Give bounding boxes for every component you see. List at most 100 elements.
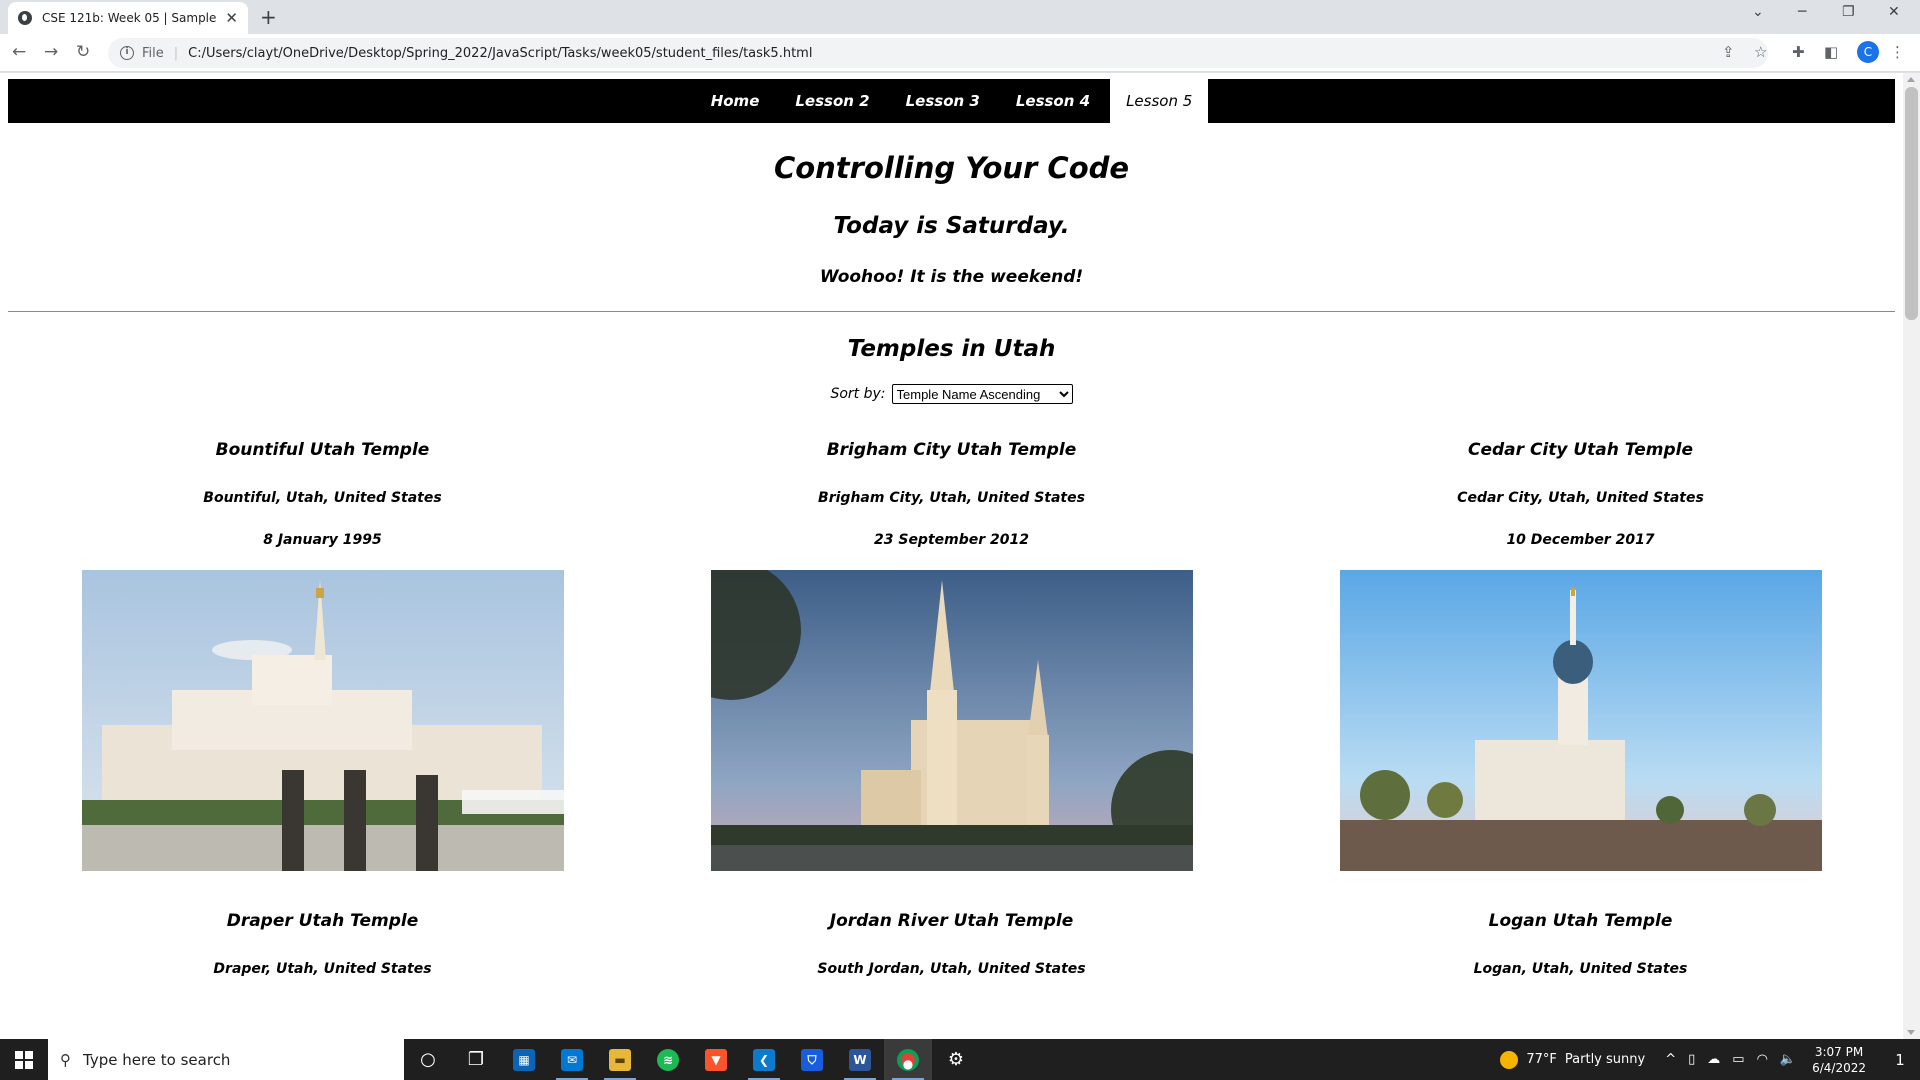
sort-select[interactable]: Temple Name Ascending [891,384,1073,404]
bitwarden-icon[interactable]: ⛉ [788,1039,836,1080]
page-content: Home Lesson 2 Lesson 3 Lesson 4 Lesson 5… [8,79,1895,1017]
wifi-icon[interactable]: ◠ [1757,1052,1768,1067]
nav-link-home[interactable]: Home [695,79,776,123]
site-info-icon[interactable]: i [120,46,134,60]
file-explorer-icon[interactable]: ▬ [596,1039,644,1080]
weather-condition: Partly sunny [1564,1052,1646,1067]
taskbar: ⚲ Type here to search ○ ❐ ▦ ✉ ▬ ≋ ▼ ❮ ⛉ … [0,1039,1920,1080]
reload-icon[interactable]: ↻ [76,42,90,62]
temple-name: Jordan River Utah Temple [829,911,1074,931]
page-viewport: Home Lesson 2 Lesson 3 Lesson 4 Lesson 5… [0,73,1920,1039]
temple-name: Brigham City Utah Temple [826,440,1077,460]
system-tray: 77°F Partly sunny ^ ▯ ☁ ▭ ◠ 🔈 3:07 PM 6/… [1500,1039,1920,1080]
temple-name: Cedar City Utah Temple [1468,440,1693,460]
section-divider [8,311,1895,312]
temple-image [1339,570,1822,871]
temple-name: Logan Utah Temple [1488,911,1673,931]
temple-image [710,570,1193,871]
taskbar-clock[interactable]: 3:07 PM 6/4/2022 [1812,1044,1866,1076]
sort-row: Sort by: Temple Name Ascending [8,384,1895,404]
search-placeholder: Type here to search [83,1050,231,1069]
temple-dedicated: 10 December 2017 [1506,532,1655,548]
window-close-icon[interactable]: ✕ [1888,4,1900,20]
battery-icon[interactable]: ▭ [1732,1052,1744,1067]
chrome-icon[interactable]: ● [884,1039,932,1080]
temple-location: Brigham City, Utah, United States [818,490,1085,506]
temple-card: Bountiful Utah Temple Bountiful, Utah, U… [8,440,637,911]
scroll-up-icon[interactable] [1907,77,1915,82]
clock-time: 3:07 PM [1814,1044,1864,1059]
temple-name: Bountiful Utah Temple [215,440,430,460]
temple-name: Draper Utah Temple [226,911,419,931]
page-scrollbar[interactable] [1903,73,1920,1039]
windows-logo-icon [15,1050,33,1069]
temple-dedicated: 8 January 1995 [263,532,382,548]
scrollbar-thumb[interactable] [1905,87,1918,320]
temple-image [81,570,564,871]
start-button[interactable] [0,1039,48,1080]
mail-icon[interactable]: ✉ [548,1039,596,1080]
side-panel-icon[interactable]: ◧ [1824,43,1838,61]
temple-card: Brigham City Utah Temple Brigham City, U… [637,440,1266,911]
temple-card: Cedar City Utah Temple Cedar City, Utah,… [1266,440,1895,911]
sort-label: Sort by: [830,386,886,402]
browser-tabstrip: CSE 121b: Week 05 | Sample Solu ✕ + ⌄ ─ … [0,0,1920,34]
notification-count: 1 [1895,1050,1905,1069]
temple-dedicated: 23 September 2012 [874,532,1029,548]
word-icon[interactable]: W [836,1039,884,1080]
profile-avatar[interactable]: C [1857,41,1879,63]
menu-kebab-icon[interactable]: ⋮ [1890,43,1905,61]
restore-icon[interactable]: ❐ [1842,4,1855,20]
forward-icon[interactable]: → [44,42,58,62]
weather-temperature: 77°F [1526,1052,1557,1067]
taskbar-search[interactable]: ⚲ Type here to search [48,1039,404,1080]
store-icon[interactable]: ▦ [500,1039,548,1080]
temple-location: Bountiful, Utah, United States [203,490,442,506]
url-separator: | [173,45,179,61]
bookmark-star-icon[interactable]: ☆ [1754,43,1767,61]
volume-icon[interactable]: 🔈 [1780,1052,1796,1067]
day-message: Today is Saturday. [833,213,1070,239]
temple-card: Logan Utah Temple Logan, Utah, United St… [1266,911,1895,1017]
clock-date: 6/4/2022 [1812,1060,1866,1075]
minimize-icon[interactable]: ─ [1798,4,1806,20]
temple-location: South Jordan, Utah, United States [817,961,1086,977]
page-title: Controlling Your Code [773,151,1130,185]
back-icon[interactable]: ← [12,42,26,62]
partly-sunny-icon [1500,1050,1519,1069]
temple-card: Draper Utah Temple Draper, Utah, United … [8,911,637,1017]
temple-location: Logan, Utah, United States [1473,961,1688,977]
address-bar[interactable]: i File | C:/Users/clayt/OneDrive/Desktop… [108,38,1768,68]
weekend-message: Woohoo! It is the weekend! [819,267,1084,287]
nav-link-lesson-3[interactable]: Lesson 3 [890,79,996,123]
temples-heading: Temples in Utah [847,336,1056,362]
vscode-icon[interactable]: ❮ [740,1039,788,1080]
nav-link-lesson-5[interactable]: Lesson 5 [1110,79,1209,123]
settings-gear-icon[interactable]: ⚙ [932,1039,980,1080]
weather-widget[interactable]: 77°F Partly sunny [1500,1050,1646,1069]
notification-center-icon[interactable]: 1 [1880,1039,1920,1080]
tab-search-chevron-icon[interactable]: ⌄ [1752,4,1764,20]
temple-card: Jordan River Utah Temple South Jordan, U… [637,911,1266,1017]
url-text[interactable]: C:/Users/clayt/OneDrive/Desktop/Spring_2… [188,46,812,61]
temple-grid: Bountiful Utah Temple Bountiful, Utah, U… [8,440,1895,1017]
tab-title: CSE 121b: Week 05 | Sample Solu [42,11,219,25]
task-view-icon[interactable]: ❐ [452,1039,500,1080]
onedrive-cloud-icon[interactable]: ☁ [1707,1052,1720,1067]
nav-link-lesson-2[interactable]: Lesson 2 [779,79,885,123]
brave-icon[interactable]: ▼ [692,1039,740,1080]
extensions-icon[interactable]: ✚ [1792,43,1805,61]
url-scheme: File [142,45,164,61]
scroll-down-icon[interactable] [1907,1030,1915,1035]
share-icon[interactable]: ⇪ [1722,43,1735,61]
tab-close-icon[interactable]: ✕ [225,9,238,27]
new-tab-button[interactable]: + [260,5,277,29]
browser-toolbar: ← → ↻ i File | C:/Users/clayt/OneDrive/D… [0,34,1920,72]
tab-favicon-icon [18,11,32,25]
nav-link-lesson-4[interactable]: Lesson 4 [1000,79,1106,123]
spotify-icon[interactable]: ≋ [644,1039,692,1080]
browser-tab[interactable]: CSE 121b: Week 05 | Sample Solu ✕ [8,2,248,34]
tray-device-icon[interactable]: ▯ [1688,1052,1695,1067]
cortana-icon[interactable]: ○ [404,1039,452,1080]
tray-chevron-up-icon[interactable]: ^ [1665,1052,1676,1067]
